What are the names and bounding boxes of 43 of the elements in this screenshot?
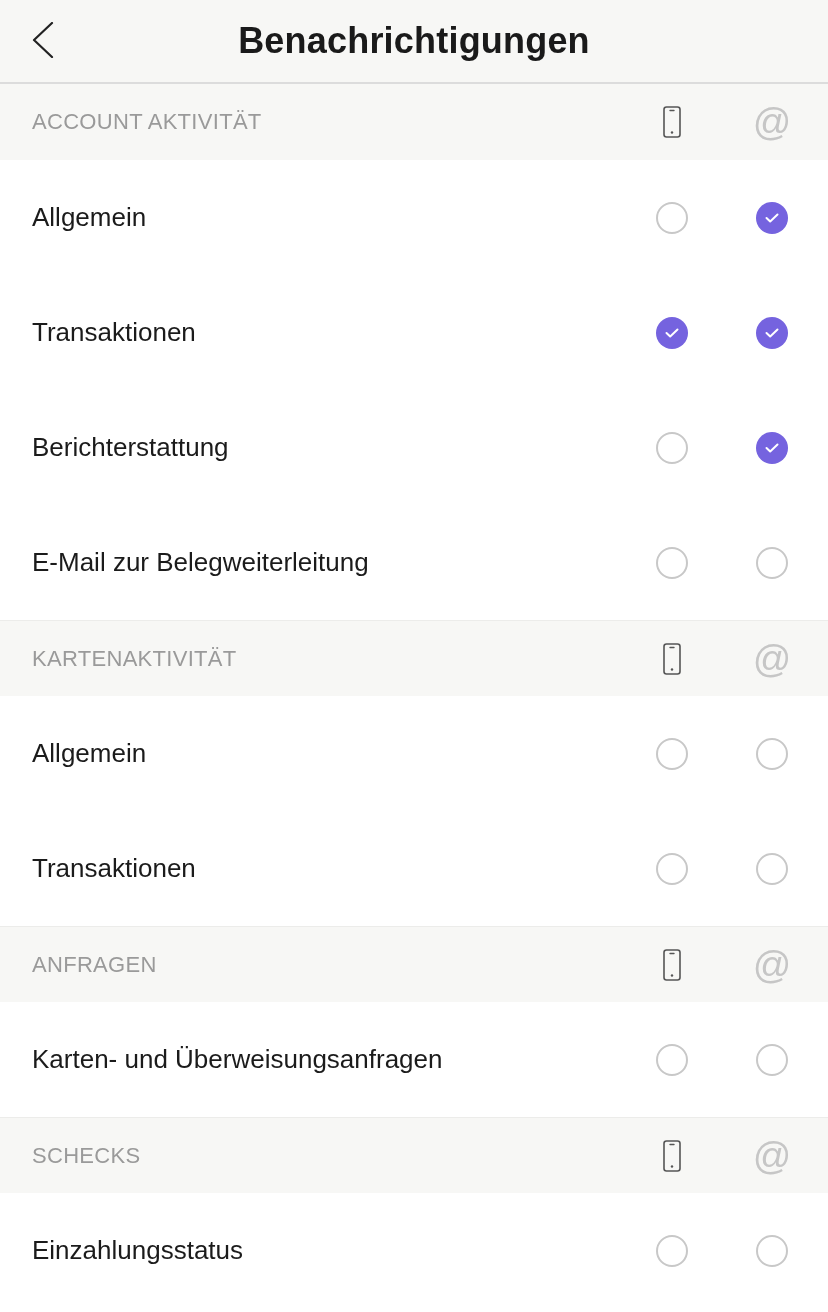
phone-icon	[663, 106, 681, 138]
phone-icon	[663, 642, 681, 675]
email-column-label: @	[752, 103, 792, 141]
check-icon	[765, 212, 779, 223]
checkbox[interactable]	[656, 737, 688, 770]
email-column-label: @	[752, 945, 792, 984]
checkbox[interactable]	[656, 1043, 688, 1076]
page-title: Benachrichtigungen	[238, 20, 590, 62]
checkbox[interactable]	[656, 316, 688, 349]
email-column-label: @	[752, 639, 792, 678]
setting-label: Berichterstattung	[32, 432, 230, 463]
setting-label: Karten- und Überweisungsanfragen	[32, 1044, 444, 1075]
checkbox[interactable]	[656, 546, 688, 579]
email-column-label: @	[752, 1136, 792, 1175]
check-icon	[765, 442, 779, 453]
checkbox[interactable]	[656, 201, 688, 234]
phone-icon	[663, 948, 681, 981]
setting-label: E-Mail zur Belegweiterleitung	[32, 547, 370, 578]
checkbox[interactable]	[756, 1234, 788, 1267]
setting-label: Allgemein	[32, 738, 148, 769]
checkbox[interactable]	[756, 201, 788, 234]
checkbox[interactable]	[756, 431, 788, 464]
setting-label: Einzahlungsstatus	[32, 1235, 245, 1266]
phone-icon	[663, 1139, 681, 1172]
section-title: SCHECKS	[32, 1142, 142, 1169]
back-button[interactable]	[30, 20, 56, 60]
checkbox[interactable]	[756, 1043, 788, 1076]
check-icon	[665, 327, 679, 338]
section-title: ACCOUNT AKTIVITÄT	[32, 109, 263, 135]
checkbox[interactable]	[756, 316, 788, 349]
checkbox[interactable]	[756, 852, 788, 885]
checkbox[interactable]	[656, 1234, 688, 1267]
checkbox[interactable]	[656, 431, 688, 464]
checkbox[interactable]	[756, 737, 788, 770]
setting-label: Transaktionen	[32, 317, 197, 348]
checkbox[interactable]	[656, 852, 688, 885]
section-title: ANFRAGEN	[32, 951, 158, 978]
section-title: KARTENAKTIVITÄT	[32, 645, 238, 672]
setting-label: Transaktionen	[32, 853, 197, 884]
setting-label: Allgemein	[32, 202, 148, 233]
chevron-left-icon	[32, 22, 54, 58]
check-icon	[765, 327, 779, 338]
checkbox[interactable]	[756, 546, 788, 579]
